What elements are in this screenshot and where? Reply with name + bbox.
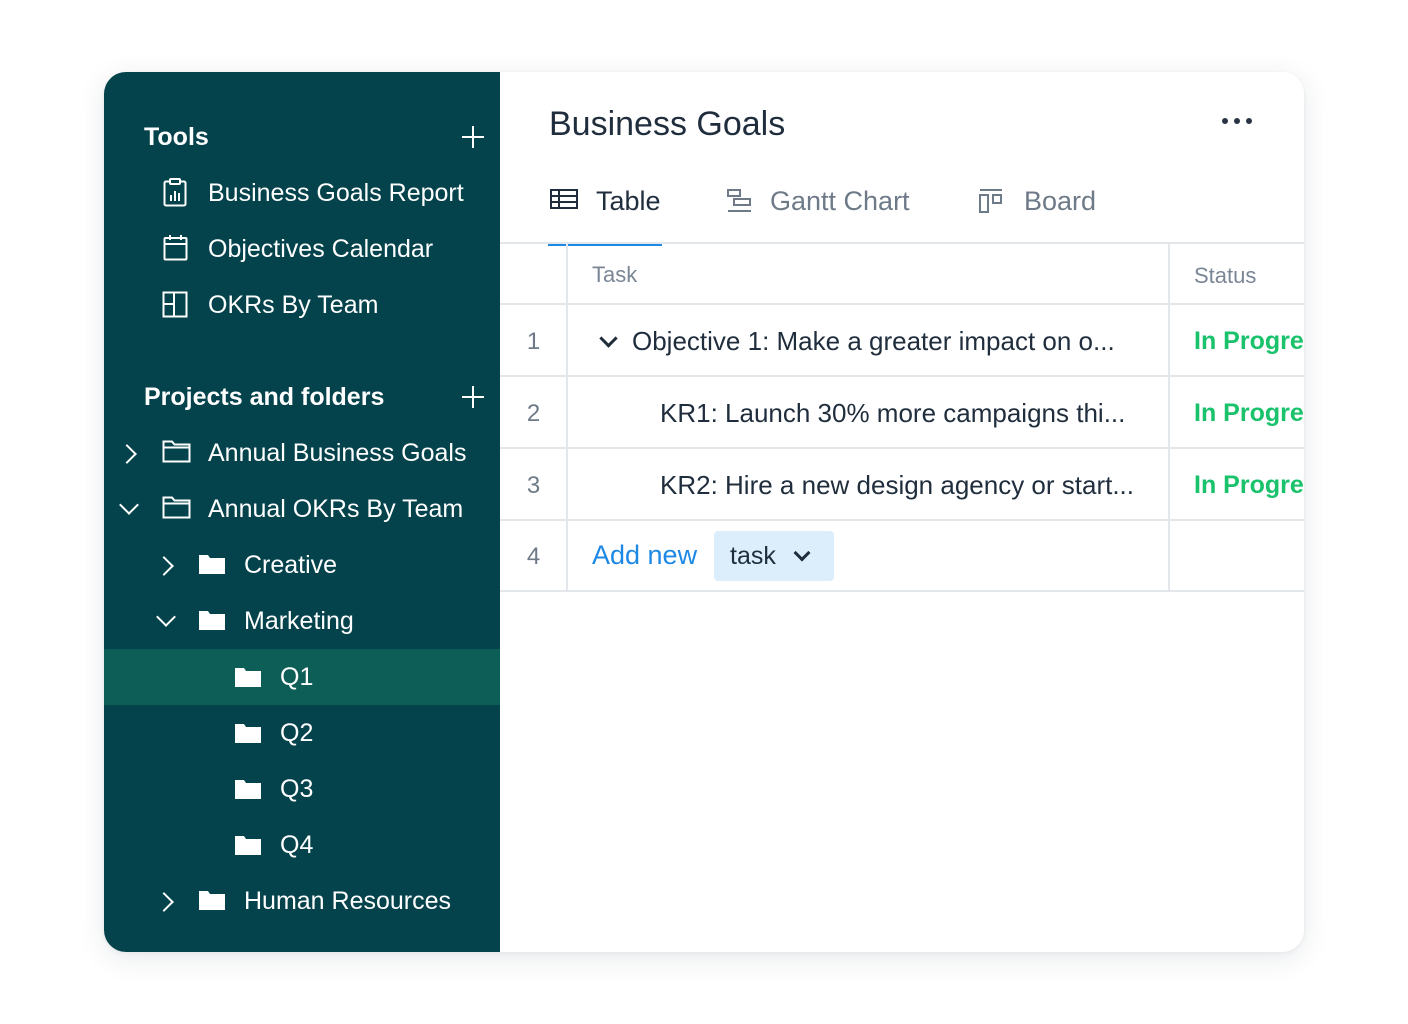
main-panel: Business Goals Table Gantt Chart Board T… — [500, 72, 1304, 952]
board-icon — [979, 189, 1002, 213]
column-header-task[interactable]: Task — [592, 262, 637, 288]
sidebar-item-annual-business-goals[interactable]: Annual Business Goals — [104, 425, 500, 481]
sidebar-item-label: Marketing — [244, 607, 354, 635]
sidebar-item-human-resources[interactable]: Human Resources — [104, 873, 500, 929]
sidebar-item-label: Q4 — [280, 831, 314, 859]
tools-section-title: Tools — [144, 123, 209, 151]
chevron-right-icon[interactable] — [117, 444, 137, 464]
projects-section-title: Projects and folders — [144, 383, 385, 411]
row-number: 4 — [526, 543, 541, 570]
row-number: 1 — [526, 328, 541, 355]
sidebar-item-label: Q3 — [280, 775, 314, 803]
task-cell[interactable]: KR1: Launch 30% more campaigns thi... — [660, 397, 1160, 429]
sidebar-item-okrs-by-team[interactable]: OKRs By Team — [104, 277, 500, 333]
report-icon — [163, 178, 187, 207]
sidebar-item-q2[interactable]: Q2 — [104, 705, 500, 761]
page-title: Business Goals — [549, 105, 786, 143]
row-number: 2 — [526, 400, 541, 427]
sidebar-item-q4[interactable]: Q4 — [104, 817, 500, 873]
sidebar-item-label: Creative — [244, 551, 338, 579]
folder-icon — [199, 611, 225, 630]
add-type-label: task — [730, 542, 776, 570]
folder-outline-icon — [162, 496, 191, 519]
sidebar-item-label: OKRs By Team — [208, 291, 379, 319]
folder-outline-icon — [162, 440, 191, 463]
add-project-plus-icon[interactable] — [462, 386, 484, 408]
tab-table[interactable]: Table — [548, 180, 662, 246]
status-cell[interactable]: In Progress — [1194, 398, 1304, 428]
sidebar-item-business-goals-report[interactable]: Business Goals Report — [104, 165, 500, 221]
folder-icon — [199, 891, 225, 910]
gantt-icon — [727, 189, 751, 212]
add-type-dropdown[interactable]: task — [714, 531, 834, 581]
sidebar-item-q1[interactable]: Q1 — [104, 649, 500, 705]
tab-label: Board — [1024, 186, 1097, 216]
sidebar-item-label: Annual Business Goals — [208, 439, 467, 467]
tab-label: Table — [596, 186, 661, 216]
sidebar-item-creative[interactable]: Creative — [104, 537, 500, 593]
sidebar-item-marketing[interactable]: Marketing — [104, 593, 500, 649]
folder-icon — [235, 836, 261, 855]
folder-icon — [235, 724, 261, 743]
dashboard-icon — [162, 291, 188, 318]
sidebar-item-label: Q1 — [280, 663, 314, 691]
app-window: Tools Business Goals Report Objectives C… — [104, 72, 1304, 952]
collapse-chevron-icon[interactable] — [599, 329, 618, 348]
task-cell[interactable]: KR2: Hire a new design agency or start..… — [660, 469, 1160, 501]
table-icon — [550, 189, 578, 209]
task-cell[interactable]: Objective 1: Make a greater impact on o.… — [632, 325, 1152, 357]
folder-icon — [235, 668, 261, 687]
more-options-icon[interactable] — [1222, 118, 1254, 126]
chevron-down-icon — [793, 544, 811, 562]
status-cell[interactable]: In Progress — [1194, 470, 1304, 500]
sidebar: Tools Business Goals Report Objectives C… — [104, 72, 500, 952]
row-number: 3 — [526, 472, 541, 499]
add-new-link[interactable]: Add new — [592, 539, 697, 571]
tab-board[interactable]: Board — [978, 180, 1108, 240]
status-cell[interactable]: In Progress — [1194, 326, 1304, 356]
chevron-down-icon[interactable] — [119, 495, 139, 515]
tab-label: Gantt Chart — [770, 186, 910, 216]
sidebar-item-label: Business Goals Report — [208, 179, 464, 207]
folder-icon — [199, 555, 225, 574]
tab-gantt-chart[interactable]: Gantt Chart — [726, 180, 926, 240]
sidebar-item-objectives-calendar[interactable]: Objectives Calendar — [104, 221, 500, 277]
folder-icon — [235, 780, 261, 799]
sidebar-item-label: Q2 — [280, 719, 314, 747]
sidebar-item-label: Objectives Calendar — [208, 235, 434, 263]
sidebar-item-label: Human Resources — [244, 887, 452, 915]
sidebar-item-label: Annual OKRs By Team — [208, 495, 464, 523]
calendar-icon — [163, 235, 188, 261]
sidebar-item-annual-okrs-by-team[interactable]: Annual OKRs By Team — [104, 481, 500, 537]
chevron-down-icon[interactable] — [156, 607, 176, 627]
chevron-right-icon[interactable] — [154, 892, 174, 912]
chevron-right-icon[interactable] — [154, 556, 174, 576]
column-header-status[interactable]: Status — [1194, 263, 1256, 289]
add-tool-plus-icon[interactable] — [462, 126, 484, 148]
sidebar-item-q3[interactable]: Q3 — [104, 761, 500, 817]
